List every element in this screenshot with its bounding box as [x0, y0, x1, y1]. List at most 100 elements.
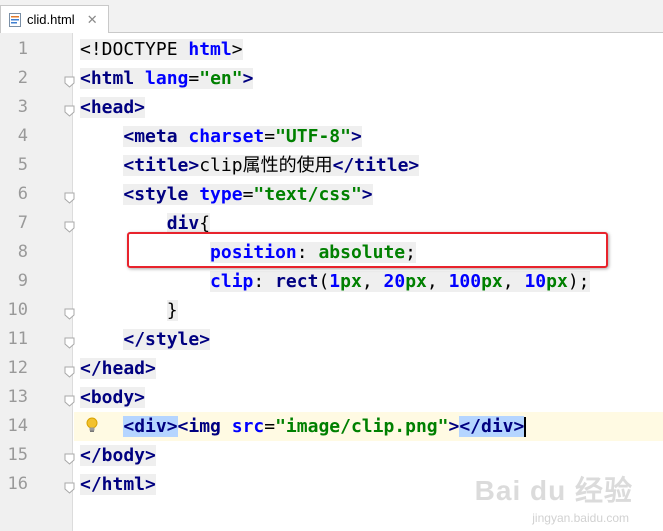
watermark-url: jingyan.baidu.com — [532, 511, 629, 525]
code-content: } — [166, 300, 178, 321]
text-caret — [524, 417, 527, 437]
line-number: 8 — [17, 242, 28, 262]
code-token: px — [405, 271, 427, 292]
code-editor[interactable]: <!DOCTYPE html> <html lang="en"> <head> <m… — [74, 33, 663, 531]
code-token: div — [166, 213, 200, 234]
code-token: , — [426, 271, 449, 292]
code-content: div{ — [166, 213, 211, 234]
code-content: </html> — [80, 474, 156, 495]
code-token: clip — [210, 271, 254, 292]
code-token: > — [448, 416, 460, 437]
code-token: </html> — [80, 474, 156, 495]
fold-marker-icon[interactable] — [64, 305, 75, 320]
code-token: > — [361, 184, 373, 205]
line-number: 11 — [7, 329, 28, 349]
code-line[interactable]: <style type="text/css"> — [80, 180, 373, 209]
code-token: </head> — [80, 358, 156, 379]
code-token: = — [188, 68, 200, 89]
code-token: "UTF-8" — [275, 126, 351, 147]
code-line[interactable]: </html> — [80, 470, 156, 499]
code-line[interactable]: </body> — [80, 441, 156, 470]
code-token: <!DOCTYPE — [80, 39, 189, 60]
code-line[interactable]: <html lang="en"> — [80, 64, 254, 93]
code-line[interactable]: clip: rect(1px, 20px, 100px, 10px); — [80, 267, 590, 296]
code-token: <body> — [80, 387, 146, 408]
code-token: , — [361, 271, 384, 292]
line-number: 7 — [17, 213, 28, 233]
code-token: rect — [275, 271, 319, 292]
fold-marker-icon[interactable] — [64, 450, 75, 465]
code-token: <head> — [80, 97, 146, 118]
watermark-logo: Bai du 经验 — [474, 475, 633, 506]
fold-marker-icon[interactable] — [64, 479, 75, 494]
code-content: <head> — [80, 97, 146, 118]
code-token: src — [231, 416, 265, 437]
code-token: </body> — [80, 445, 156, 466]
code-token: </style> — [123, 329, 211, 350]
code-content: <html lang="en"> — [80, 68, 254, 89]
code-token: 100 — [448, 271, 482, 292]
fold-marker-icon[interactable] — [64, 218, 75, 233]
code-token: 1 — [329, 271, 341, 292]
fold-marker-icon[interactable] — [64, 73, 75, 88]
code-token: px — [340, 271, 362, 292]
code-content: </body> — [80, 445, 156, 466]
code-token: lang — [145, 68, 189, 89]
code-token: 10 — [524, 271, 547, 292]
fold-marker-icon[interactable] — [64, 392, 75, 407]
code-token: } — [166, 300, 178, 321]
line-number: 2 — [17, 68, 28, 88]
code-token: charset — [188, 126, 265, 147]
code-token: ( — [318, 271, 330, 292]
code-content: <title>clip属性的使用</title> — [123, 155, 420, 176]
line-number: 13 — [7, 387, 28, 407]
code-line[interactable]: </style> — [80, 325, 211, 354]
fold-marker-icon[interactable] — [64, 102, 75, 117]
tab-clid-html[interactable]: clid.html ✕ — [0, 5, 109, 33]
code-content: <div><img src="image/clip.png"></div> — [123, 416, 525, 437]
fold-marker-icon[interactable] — [64, 334, 75, 349]
code-token: = — [242, 184, 254, 205]
code-line[interactable]: <!DOCTYPE html> — [80, 35, 243, 64]
code-line[interactable]: <body> — [80, 383, 146, 412]
line-number: 16 — [7, 474, 28, 494]
line-number: 12 — [7, 358, 28, 378]
code-content: <meta charset="UTF-8"> — [123, 126, 362, 147]
code-token: > — [350, 126, 362, 147]
line-number: 4 — [17, 126, 28, 146]
code-line[interactable]: <head> — [80, 93, 146, 122]
line-number: 3 — [17, 97, 28, 117]
code-line[interactable]: </head> — [80, 354, 156, 383]
line-number: 14 — [7, 416, 28, 436]
tab-bar: clid.html ✕ — [0, 0, 663, 33]
code-line[interactable]: } — [80, 296, 178, 325]
code-token: = — [264, 416, 276, 437]
lightbulb-icon[interactable] — [86, 417, 98, 433]
code-token: <style — [123, 184, 200, 205]
line-number: 15 — [7, 445, 28, 465]
annotation-highlight-box — [127, 232, 608, 268]
code-token: > — [231, 39, 243, 60]
fold-marker-icon[interactable] — [64, 363, 75, 378]
fold-marker-icon[interactable] — [64, 189, 75, 204]
code-token: px — [546, 271, 568, 292]
code-token: 20 — [383, 271, 406, 292]
code-line[interactable]: <title>clip属性的使用</title> — [80, 151, 420, 180]
code-token: </title> — [332, 155, 420, 176]
ide-window: clid.html ✕ 1 2 3 4 5 6 7 8 9 10 11 12 13 14 15 16 <!DO… — [0, 0, 663, 531]
tab-label: clid.html — [27, 12, 75, 27]
code-token: , — [502, 271, 525, 292]
code-token: "image/clip.png" — [275, 416, 449, 437]
close-icon[interactable]: ✕ — [87, 13, 98, 26]
code-line[interactable]: <meta charset="UTF-8"> — [80, 122, 362, 151]
code-line[interactable]: <div><img src="image/clip.png"></div> — [80, 412, 527, 441]
code-content: </head> — [80, 358, 156, 379]
code-content: <style type="text/css"> — [123, 184, 373, 205]
code-token: html — [188, 39, 232, 60]
code-token: <div> — [123, 416, 178, 437]
code-token: <html — [80, 68, 146, 89]
code-token: ); — [567, 271, 590, 292]
